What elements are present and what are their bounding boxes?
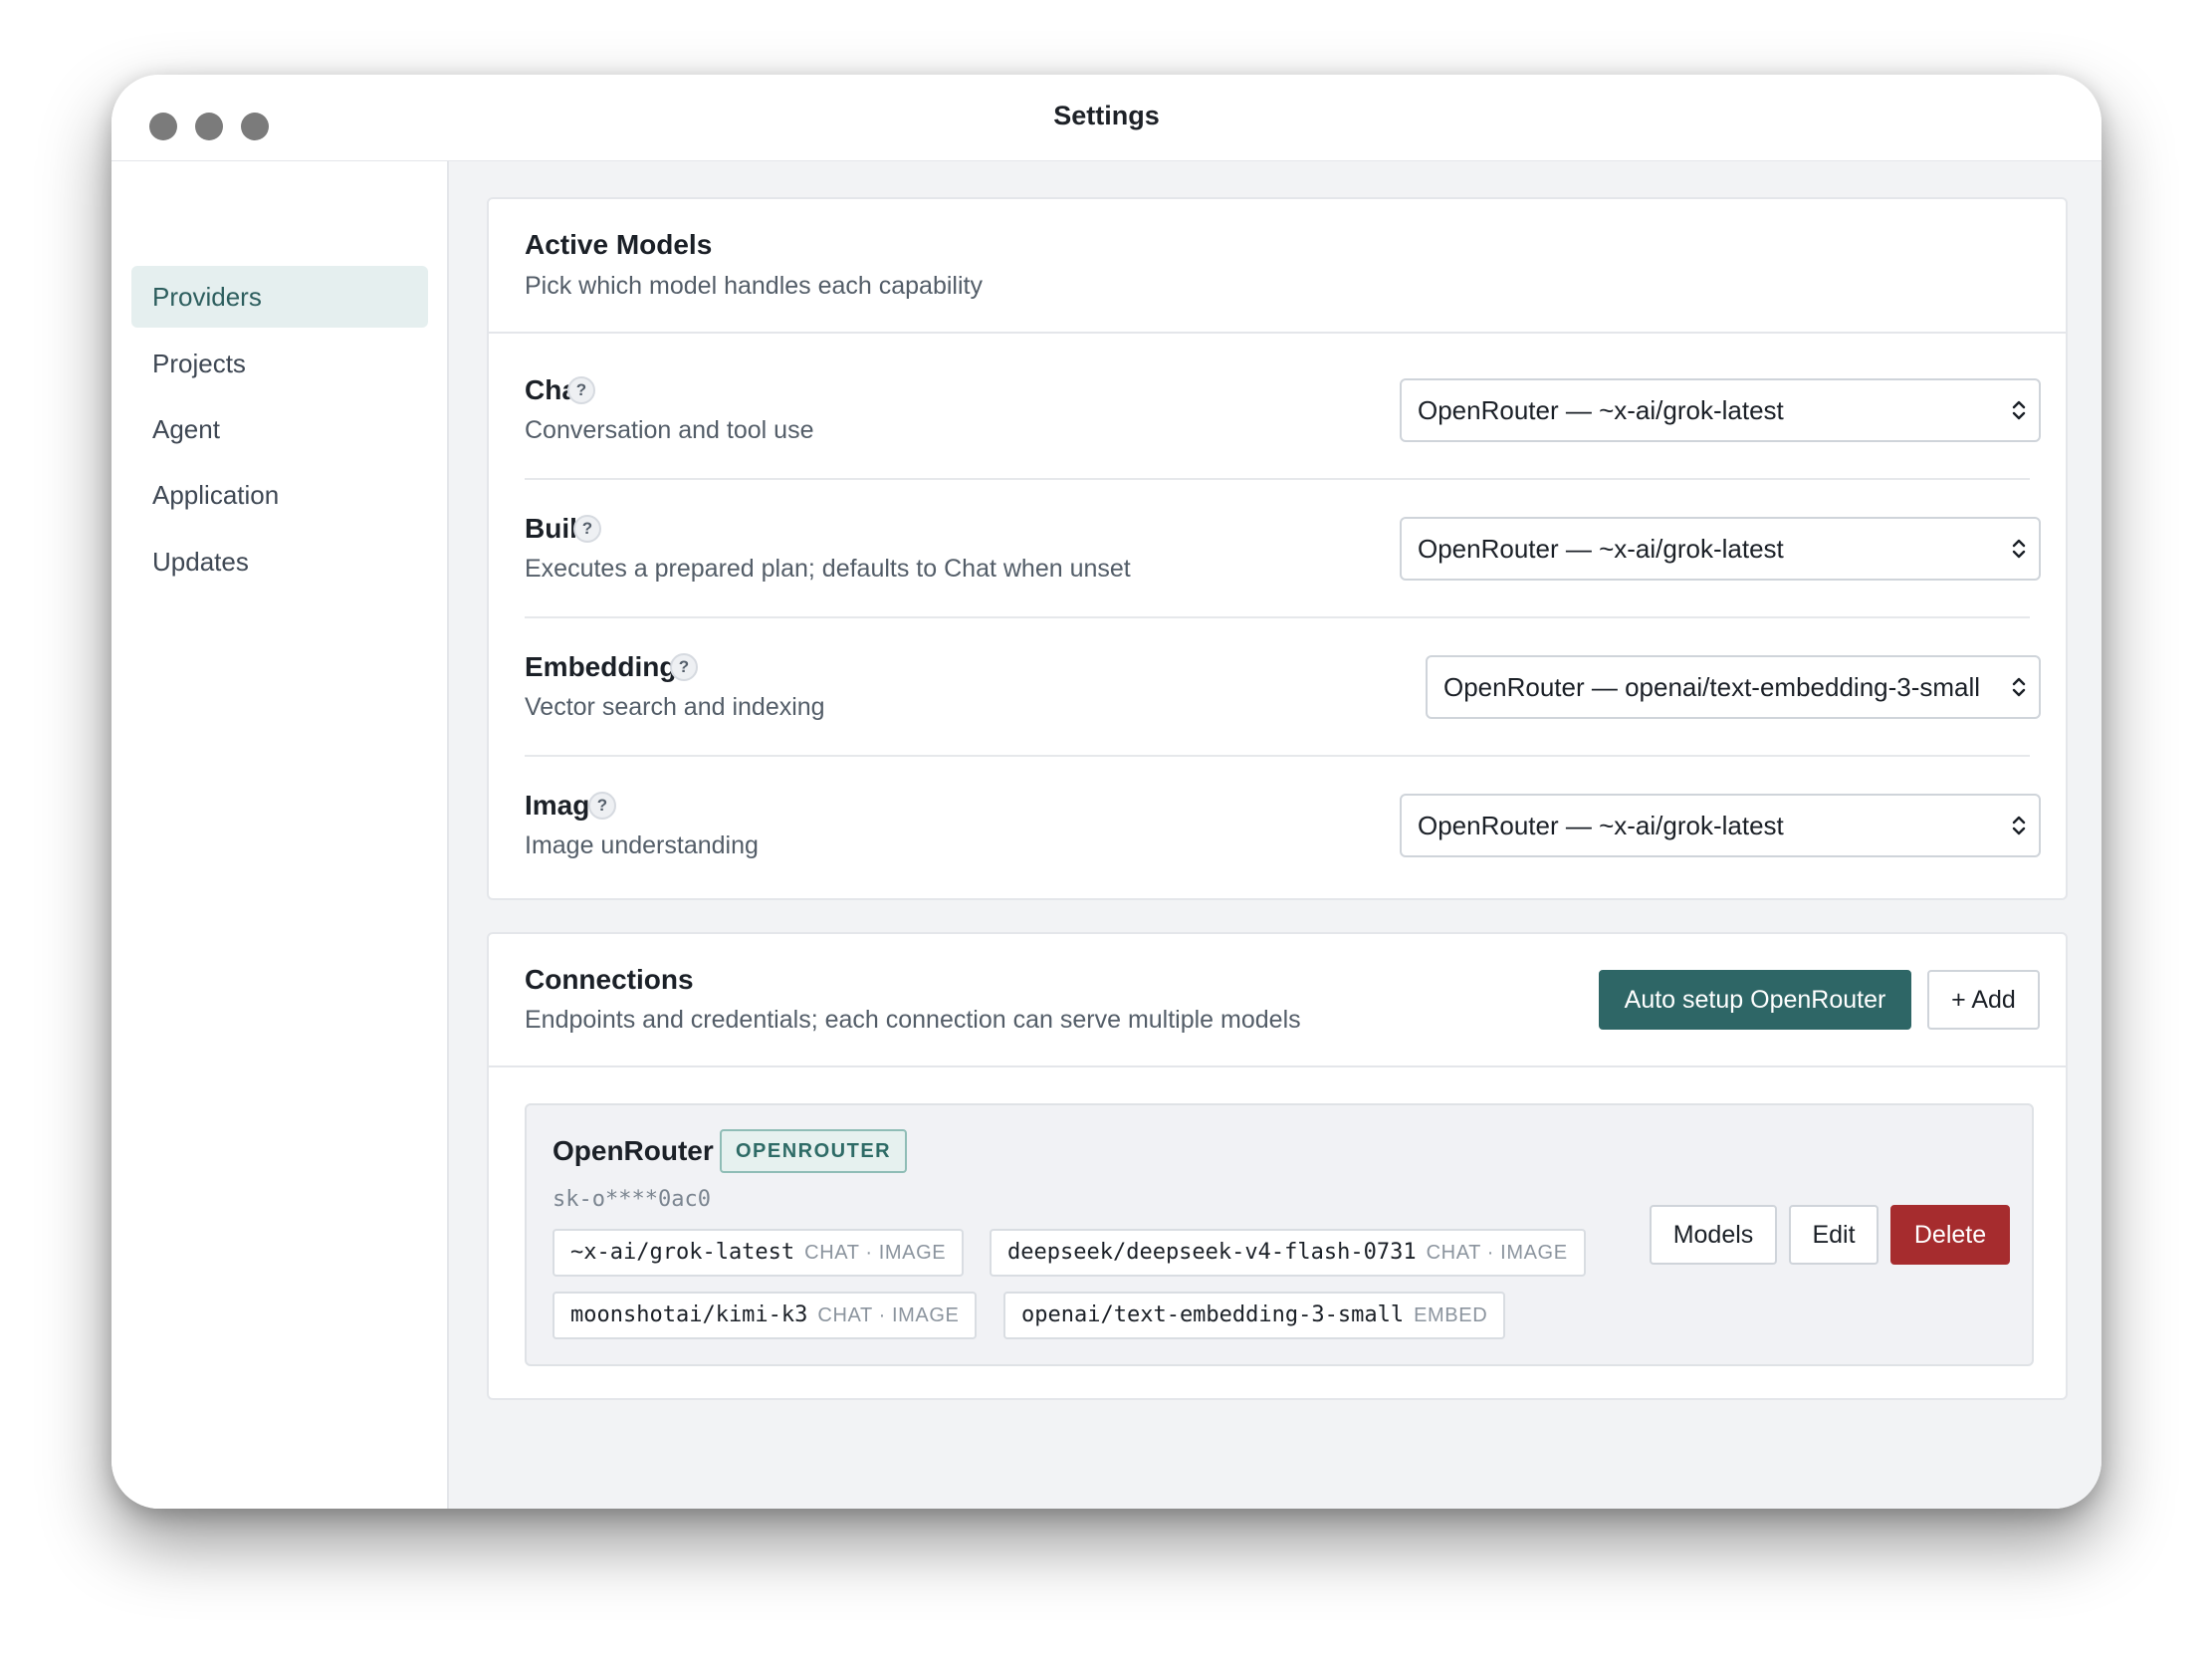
chat-description: Conversation and tool use [525, 416, 814, 444]
model-id: ~x-ai/grok-latest [570, 1240, 795, 1265]
model-capabilities: CHAT · IMAGE [817, 1304, 960, 1326]
row-divider [525, 616, 2030, 618]
divider [489, 332, 2066, 334]
model-chip: openai/text-embedding-3-small EMBED [1003, 1292, 1506, 1339]
auto-setup-openrouter-button[interactable]: Auto setup OpenRouter [1599, 970, 1911, 1030]
title-bar: Settings [111, 75, 2101, 161]
model-chip: deepseek/deepseek-v4-flash-0731 CHAT · IM… [990, 1229, 1586, 1277]
sidebar-item-providers[interactable]: Providers [131, 266, 428, 328]
connections-card: Connections Endpoints and credentials; e… [487, 932, 2068, 1400]
help-icon[interactable]: ? [588, 792, 616, 820]
help-icon[interactable]: ? [573, 515, 601, 543]
active-models-card: Active Models Pick which model handles e… [487, 197, 2068, 900]
api-key-masked: sk-o****0ac0 [553, 1187, 711, 1212]
chevron-updown-icon [2012, 816, 2026, 835]
image-model-value: OpenRouter — ~x-ai/grok-latest [1418, 811, 1784, 840]
sidebar-item-application[interactable]: Application [131, 464, 428, 526]
model-id: moonshotai/kimi-k3 [570, 1302, 808, 1327]
build-model-select[interactable]: OpenRouter — ~x-ai/grok-latest [1400, 517, 2041, 581]
chat-model-value: OpenRouter — ~x-ai/grok-latest [1418, 395, 1784, 425]
embeddings-model-value: OpenRouter — openai/text-embedding-3-sma… [1443, 672, 1981, 702]
chevron-updown-icon [2012, 677, 2026, 697]
delete-button[interactable]: Delete [1890, 1205, 2010, 1265]
connections-subtitle: Endpoints and credentials; each connecti… [525, 1006, 1301, 1034]
build-description: Executes a prepared plan; defaults to Ch… [525, 555, 1131, 583]
active-models-subtitle: Pick which model handles each capability [525, 272, 983, 300]
help-icon[interactable]: ? [567, 376, 595, 404]
model-chip: ~x-ai/grok-latest CHAT · IMAGE [553, 1229, 965, 1277]
sidebar-item-updates[interactable]: Updates [131, 531, 428, 592]
settings-window: Settings Providers Projects Agent Applic… [111, 75, 2101, 1509]
model-chip: moonshotai/kimi-k3 CHAT · IMAGE [553, 1292, 978, 1339]
embeddings-model-select[interactable]: OpenRouter — openai/text-embedding-3-sma… [1426, 655, 2041, 719]
model-id: openai/text-embedding-3-small [1021, 1302, 1405, 1327]
model-capabilities: CHAT · IMAGE [804, 1242, 947, 1264]
row-divider [525, 478, 2030, 480]
chevron-updown-icon [2012, 400, 2026, 420]
embeddings-description: Vector search and indexing [525, 693, 825, 721]
edit-button[interactable]: Edit [1789, 1205, 1879, 1265]
embeddings-label: Embeddings [525, 651, 693, 682]
connections-title: Connections [525, 964, 694, 995]
models-button[interactable]: Models [1650, 1205, 1777, 1265]
divider [489, 1065, 2066, 1067]
model-capabilities: EMBED [1414, 1304, 1488, 1326]
add-connection-button[interactable]: + Add [1927, 970, 2040, 1030]
help-icon[interactable]: ? [670, 653, 698, 681]
provider-badge: OPENROUTER [720, 1129, 908, 1173]
connection-name: OpenRouter [553, 1135, 714, 1166]
model-capabilities: CHAT · IMAGE [1426, 1242, 1568, 1264]
main-content: Active Models Pick which model handles e… [449, 161, 2101, 1509]
build-model-value: OpenRouter — ~x-ai/grok-latest [1418, 534, 1784, 564]
image-description: Image understanding [525, 831, 759, 859]
chevron-updown-icon [2012, 539, 2026, 559]
window-title: Settings [1053, 101, 1160, 130]
sidebar-item-projects[interactable]: Projects [131, 333, 428, 394]
sidebar-item-agent[interactable]: Agent [131, 398, 428, 460]
chat-model-select[interactable]: OpenRouter — ~x-ai/grok-latest [1400, 378, 2041, 442]
row-divider [525, 755, 2030, 757]
active-models-title: Active Models [525, 229, 713, 260]
sidebar: Providers Projects Agent Application Upd… [111, 161, 449, 1509]
model-id: deepseek/deepseek-v4-flash-0731 [1007, 1240, 1417, 1265]
image-model-select[interactable]: OpenRouter — ~x-ai/grok-latest [1400, 794, 2041, 857]
connection-item: OpenRouter OPENROUTER sk-o****0ac0 ~x-ai… [525, 1103, 2034, 1366]
